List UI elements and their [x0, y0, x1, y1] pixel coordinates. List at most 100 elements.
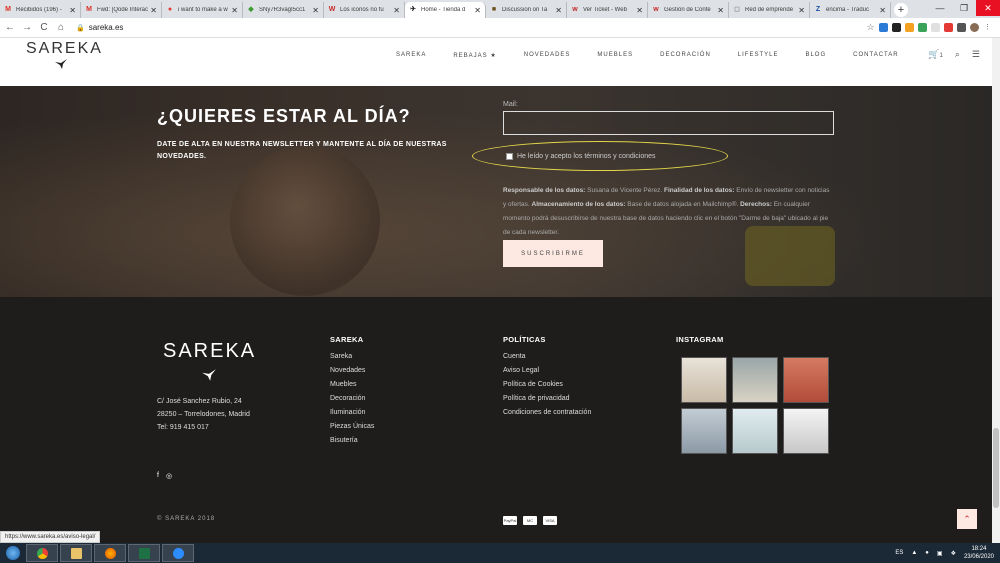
footer-link[interactable]: Bisutería: [330, 434, 374, 448]
extension-icon[interactable]: [931, 23, 940, 32]
footer-link[interactable]: Condiciones de contratación: [503, 406, 591, 420]
terms-checkbox[interactable]: [506, 153, 513, 160]
nav-item[interactable]: NOVEDADES: [524, 52, 571, 59]
address-line: C/ José Sanchez Rubio, 24: [157, 398, 242, 405]
close-tab-icon[interactable]: ✕: [717, 6, 724, 15]
nav-item[interactable]: CONTACTAR: [853, 52, 898, 59]
maximize-button[interactable]: ❐: [952, 0, 976, 16]
menu-icon[interactable]: ☰: [972, 49, 980, 60]
footer-link[interactable]: Sareka: [330, 350, 374, 364]
avatar[interactable]: [970, 23, 979, 32]
browser-tab[interactable]: W Los iconos no fu ✕: [324, 2, 405, 18]
reload-icon[interactable]: C: [37, 22, 51, 33]
excel-taskbar-button[interactable]: [128, 544, 160, 562]
bookmark-star-icon[interactable]: ☆: [866, 23, 875, 32]
footer-link[interactable]: Decoración: [330, 392, 374, 406]
footer-logo[interactable]: SAREKA: [163, 340, 256, 363]
close-tab-icon[interactable]: ✕: [150, 6, 157, 15]
clock[interactable]: 18:24 23/06/2020: [964, 545, 994, 561]
close-tab-icon[interactable]: ✕: [69, 6, 76, 15]
network-icon[interactable]: ▣: [937, 550, 943, 557]
forward-icon[interactable]: →: [20, 22, 34, 33]
close-tab-icon[interactable]: ✕: [474, 6, 481, 15]
close-tab-icon[interactable]: ✕: [636, 6, 643, 15]
instagram-photo[interactable]: [732, 357, 778, 403]
new-tab-button[interactable]: +: [894, 3, 908, 17]
browser-tab[interactable]: Zencima - Traduc ✕: [810, 2, 891, 18]
terms-label[interactable]: He leído y acepto los términos y condici…: [517, 153, 656, 160]
browser-tab[interactable]: M Recibidos (196) - ✕: [0, 2, 81, 18]
address-line: 28250 – Torrelodones, Madrid: [157, 411, 250, 418]
tab-favicon-icon: W: [328, 6, 336, 13]
legal-label: Finalidad de los datos:: [664, 187, 735, 194]
facebook-icon[interactable]: f: [157, 472, 159, 480]
instagram-photo[interactable]: [732, 408, 778, 454]
instagram-photo[interactable]: [783, 408, 829, 454]
close-tab-icon[interactable]: ✕: [312, 6, 319, 15]
site-logo[interactable]: SAREKA: [26, 40, 103, 58]
browser-tab[interactable]: w Gestión de Conte ✕: [648, 2, 729, 18]
tray-arrow-icon[interactable]: ▲: [911, 550, 917, 556]
scrollbar[interactable]: [992, 38, 1000, 543]
close-tab-icon[interactable]: ✕: [393, 6, 400, 15]
instagram-photo[interactable]: [681, 357, 727, 403]
close-tab-icon[interactable]: ✕: [231, 6, 238, 15]
lock-icon[interactable]: 🔒: [76, 24, 85, 32]
puzzle-icon[interactable]: [957, 23, 966, 32]
footer-link[interactable]: Política de privacidad: [503, 392, 591, 406]
close-tab-icon[interactable]: ✕: [879, 6, 886, 15]
footer-link[interactable]: Iluminación: [330, 406, 374, 420]
footer-link[interactable]: Muebles: [330, 378, 374, 392]
subscribe-button[interactable]: SUSCRIBIRME: [503, 240, 603, 267]
dropbox-icon[interactable]: ❖: [951, 550, 956, 557]
close-window-button[interactable]: ✕: [976, 0, 1000, 16]
instagram-photo[interactable]: [681, 408, 727, 454]
minimize-button[interactable]: —: [928, 0, 952, 16]
footer-link[interactable]: Novedades: [330, 364, 374, 378]
explorer-taskbar-button[interactable]: [60, 544, 92, 562]
extension-icon[interactable]: [879, 23, 888, 32]
extension-icon[interactable]: [905, 23, 914, 32]
mail-input[interactable]: [503, 111, 834, 135]
footer-link[interactable]: Aviso Legal: [503, 364, 591, 378]
nav-item[interactable]: MUEBLES: [597, 52, 633, 59]
chrome-taskbar-button[interactable]: [26, 544, 58, 562]
menu-dots-icon[interactable]: ⋮: [983, 23, 992, 32]
start-button[interactable]: [0, 543, 26, 563]
scrollbar-thumb[interactable]: [993, 428, 999, 508]
footer-link[interactable]: Piezas Únicas: [330, 420, 374, 434]
browser-tab[interactable]: ● i want to make a w ✕: [162, 2, 243, 18]
extension-icon[interactable]: [918, 23, 927, 32]
footer-link[interactable]: Cuenta: [503, 350, 591, 364]
nav-item[interactable]: BLOG: [805, 52, 826, 59]
instagram-icon[interactable]: ◎: [166, 472, 172, 480]
nav-item[interactable]: LIFESTYLE: [738, 52, 779, 59]
url-field[interactable]: sareka.es: [89, 23, 866, 32]
zoom-taskbar-button[interactable]: [162, 544, 194, 562]
browser-tab[interactable]: w Ver Ticket - Web ✕: [567, 2, 648, 18]
language-indicator[interactable]: ES: [895, 550, 903, 556]
extension-icon[interactable]: [944, 23, 953, 32]
phone-line[interactable]: Tel: 919 415 017: [157, 421, 250, 434]
close-tab-icon[interactable]: ✕: [798, 6, 805, 15]
hummingbird-icon: [202, 369, 216, 381]
nav-item[interactable]: SAREKA: [396, 52, 426, 59]
tray-app-icon[interactable]: ●: [925, 550, 929, 556]
nav-item[interactable]: REBAJAS ★: [453, 52, 496, 59]
search-icon[interactable]: ⌕: [955, 49, 960, 60]
instagram-photo[interactable]: [783, 357, 829, 403]
browser-tab[interactable]: ✈ Home - Tienda d ✕: [405, 2, 486, 18]
browser-tab[interactable]: ■ Discussion on Ta ✕: [486, 2, 567, 18]
home-icon[interactable]: ⌂: [54, 22, 68, 33]
back-icon[interactable]: ←: [3, 22, 17, 33]
firefox-taskbar-button[interactable]: [94, 544, 126, 562]
nav-item[interactable]: DECORACIÓN: [660, 52, 711, 59]
browser-tab[interactable]: ◻ Red de emprende ✕: [729, 2, 810, 18]
extension-icon[interactable]: [892, 23, 901, 32]
browser-tab[interactable]: M Fwd: [Qode Interac ✕: [81, 2, 162, 18]
browser-tab[interactable]: ◆ SNy7R3vagI5cc1 ✕: [243, 2, 324, 18]
close-tab-icon[interactable]: ✕: [555, 6, 562, 15]
cart-icon[interactable]: 🛒1: [928, 49, 943, 60]
footer-link[interactable]: Política de Cookies: [503, 378, 591, 392]
back-to-top-button[interactable]: ⌃: [957, 509, 977, 529]
